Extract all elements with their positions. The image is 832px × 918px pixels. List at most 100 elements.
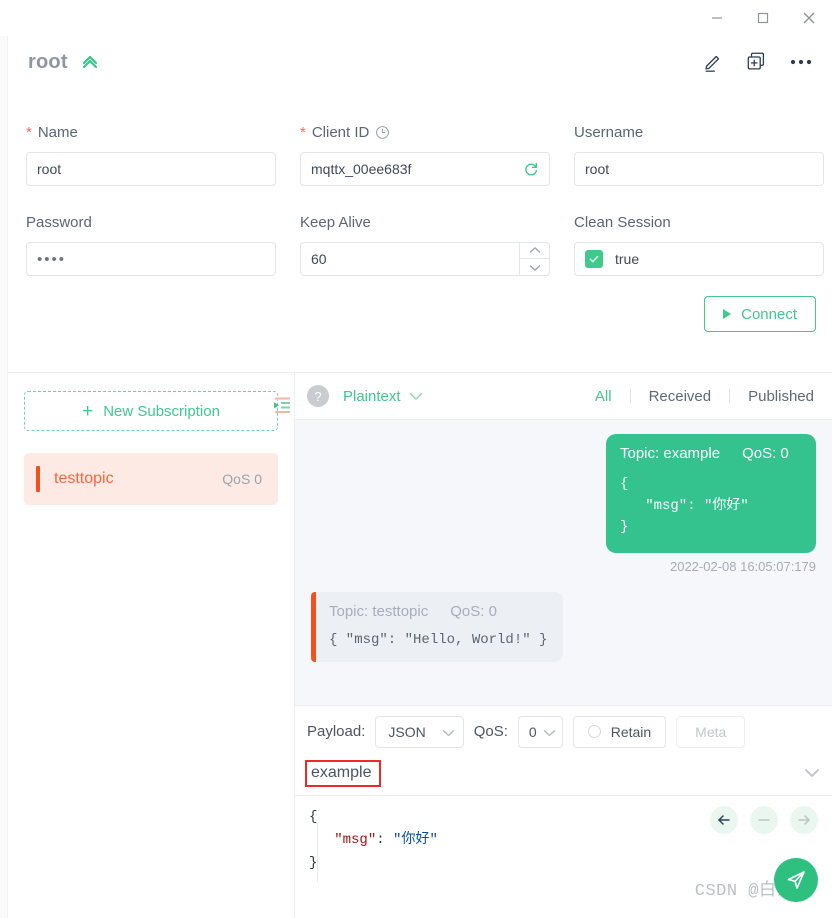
connection-form: * Name root * Client ID mqttx_00ee683f U… (8, 122, 832, 332)
double-chevron-up-icon[interactable] (80, 52, 100, 72)
qos-label: QoS: (473, 723, 508, 741)
message-qos: QoS: 0 (450, 603, 497, 621)
clean-session-value: true (615, 251, 640, 267)
username-input-value: root (585, 161, 610, 177)
chevron-down-icon[interactable] (804, 768, 820, 778)
message-header: Topic: example QoS: 0 (620, 445, 802, 462)
window-maximize-button[interactable] (740, 2, 786, 34)
field-clean-session: Clean Session true (574, 212, 824, 276)
collapse-panel-icon[interactable] (270, 392, 294, 418)
name-input-value: root (37, 161, 62, 177)
send-icon[interactable] (774, 858, 818, 902)
required-marker: * (26, 123, 32, 141)
question-icon[interactable]: ? (307, 385, 329, 407)
message-body: { "msg": "你好" } (620, 476, 749, 536)
qos-select[interactable]: 0 (517, 715, 563, 748)
more-options-icon[interactable] (790, 58, 812, 66)
editor-json-sep: : (376, 831, 394, 848)
message-timestamp: 2022-02-08 16:05:07:179 (669, 559, 816, 575)
message-bubble[interactable]: Topic: testtopic QoS: 0 { "msg": "Hello,… (311, 592, 564, 663)
message-topic: Topic: example (620, 445, 721, 462)
keep-alive-input-value: 60 (311, 251, 327, 267)
stepper-up-icon[interactable] (520, 242, 549, 259)
keep-alive-stepper[interactable] (519, 242, 549, 276)
message-format-value: Plaintext (343, 387, 401, 405)
tab-all[interactable]: All (577, 388, 630, 405)
clock-icon[interactable] (375, 125, 390, 140)
retain-radio-icon (587, 725, 601, 739)
tab-published[interactable]: Published (730, 388, 832, 405)
username-label-text: Username (574, 123, 644, 141)
connection-title: root (28, 50, 68, 73)
clean-session-label-text: Clean Session (574, 213, 671, 231)
connection-header-actions (702, 51, 812, 73)
message-topic: Topic: testtopic (329, 603, 429, 621)
keep-alive-label-text: Keep Alive (300, 213, 371, 231)
publish-topic-input[interactable]: example (311, 764, 371, 781)
connect-button-label: Connect (741, 305, 797, 323)
chevron-down-icon (543, 724, 556, 740)
stepper-down-icon[interactable] (520, 259, 549, 276)
tab-received[interactable]: Received (631, 388, 730, 405)
new-subscription-label: New Subscription (103, 402, 220, 420)
meta-button[interactable]: Meta (676, 715, 746, 748)
play-icon (723, 309, 732, 319)
subscription-color-bar (36, 466, 40, 492)
password-input[interactable]: •••• (26, 242, 276, 276)
name-label: * Name (26, 122, 276, 142)
message-item-published: Topic: example QoS: 0 { "msg": "你好" } 20… (311, 434, 816, 574)
retain-toggle[interactable]: Retain (572, 715, 667, 748)
subscription-topic: testtopic (54, 470, 114, 487)
publish-topic-row: example (295, 756, 832, 796)
field-password: Password •••• (26, 212, 276, 276)
app-window: root * Name root * Client ID mqttx_00ee6… (0, 0, 832, 918)
connection-header: root (8, 36, 832, 88)
window-close-button[interactable] (786, 2, 832, 34)
username-input[interactable]: root (574, 152, 824, 186)
edit-icon[interactable] (702, 51, 724, 73)
arrow-minus-icon[interactable] (750, 805, 778, 834)
message-bubble[interactable]: Topic: example QoS: 0 { "msg": "你好" } (606, 434, 816, 554)
keep-alive-input[interactable]: 60 (300, 242, 550, 276)
editor-line-3: } (309, 855, 318, 872)
form-row-1: * Name root * Client ID mqttx_00ee683f U… (26, 122, 824, 186)
new-subscription-button[interactable]: + New Subscription (24, 391, 278, 431)
topic-annotation-box: example (305, 759, 382, 787)
qos-value: 0 (528, 723, 537, 740)
publish-controls-bar: Payload: JSON QoS: 0 Retain Meta (295, 704, 832, 756)
arrow-right-icon[interactable] (790, 805, 818, 834)
messages-column: ? Plaintext All Received Published Topic… (295, 373, 832, 918)
message-format-selector[interactable]: Plaintext (343, 388, 423, 405)
left-rail (0, 36, 8, 918)
message-header: Topic: testtopic QoS: 0 (329, 603, 547, 620)
field-username: Username root (574, 122, 824, 186)
clean-session-control[interactable]: true (574, 242, 824, 276)
connect-row: Connect (26, 296, 824, 332)
window-titlebar (0, 0, 832, 36)
message-filter-tabs: All Received Published (577, 388, 832, 405)
subscription-list-item[interactable]: testtopic QoS 0 (24, 453, 278, 505)
message-qos: QoS: 0 (742, 445, 789, 462)
connect-button[interactable]: Connect (704, 296, 816, 332)
message-item-received: Topic: testtopic QoS: 0 { "msg": "Hello,… (311, 592, 816, 663)
payload-editor[interactable]: { "msg": "你好" } CSDN @白茶 (295, 795, 832, 918)
name-input[interactable]: root (26, 152, 276, 186)
window-minimize-button[interactable] (694, 2, 740, 34)
payload-format-select[interactable]: JSON (375, 715, 464, 748)
field-client-id: * Client ID mqttx_00ee683f (300, 122, 550, 186)
client-id-input[interactable]: mqttx_00ee683f (300, 152, 550, 186)
field-keep-alive: Keep Alive 60 (300, 212, 550, 276)
password-label-text: Password (26, 213, 92, 231)
required-marker: * (300, 123, 306, 141)
messages-toolbar: ? Plaintext All Received Published (295, 373, 832, 420)
refresh-icon[interactable] (523, 161, 539, 177)
password-label: Password (26, 212, 276, 232)
arrow-left-icon[interactable] (710, 805, 738, 834)
plus-icon: + (82, 400, 94, 422)
keep-alive-label: Keep Alive (300, 212, 550, 232)
message-body: { "msg": "Hello, World!" } (329, 632, 548, 649)
duplicate-add-icon[interactable] (746, 51, 768, 73)
name-label-text: Name (37, 123, 78, 141)
retain-label: Retain (610, 723, 652, 740)
clean-session-checkbox[interactable] (585, 250, 603, 268)
